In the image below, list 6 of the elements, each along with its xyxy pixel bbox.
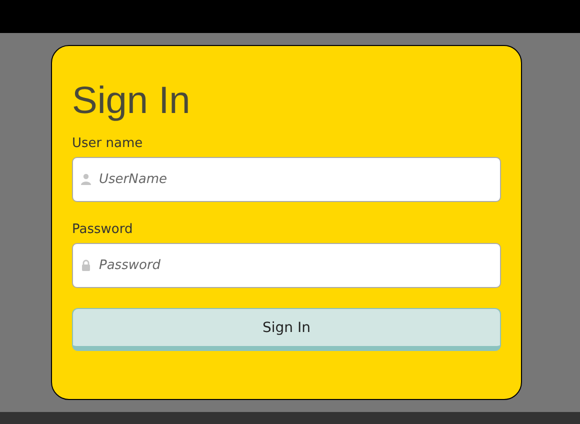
sign-in-button[interactable]: Sign In: [72, 308, 501, 351]
password-field[interactable]: Password: [72, 243, 501, 288]
form-title: Sign In: [72, 79, 190, 124]
field-label: Password: [72, 222, 133, 237]
username-field[interactable]: UserName: [72, 157, 501, 202]
field-label: User name: [72, 136, 143, 151]
